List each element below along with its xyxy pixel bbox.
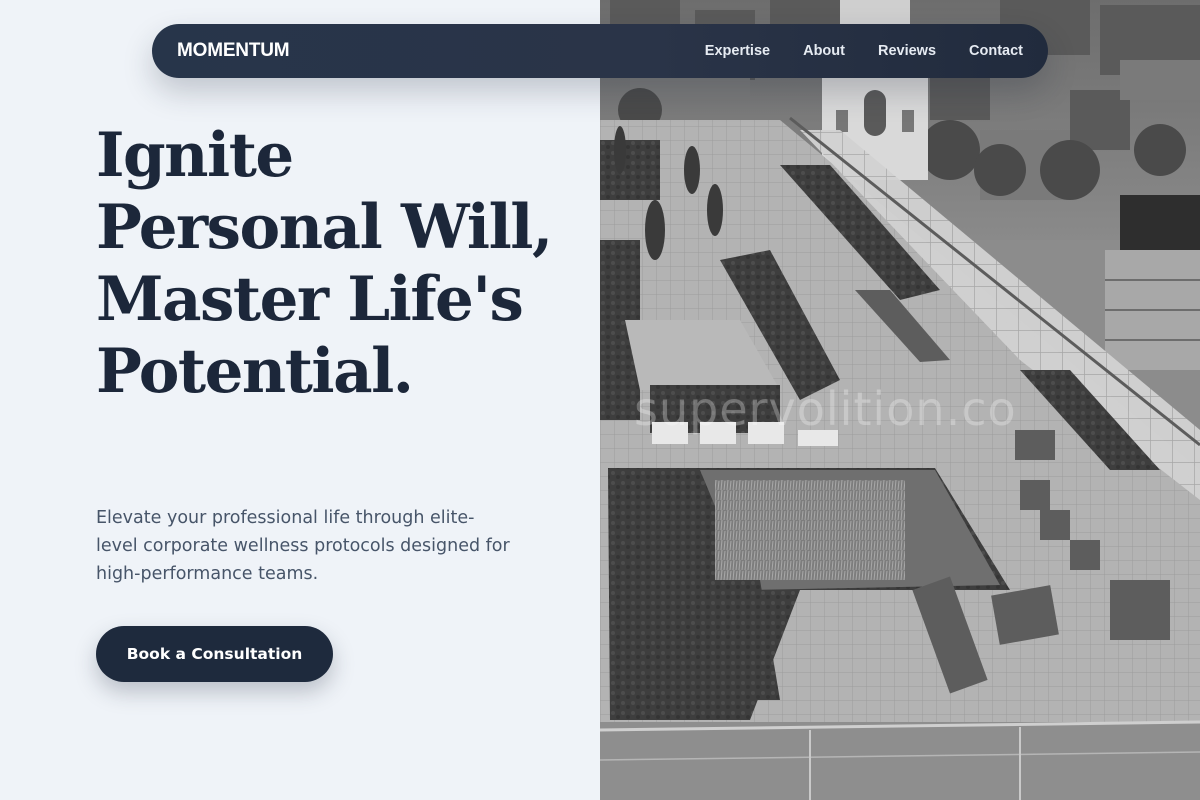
book-consultation-button[interactable]: Book a Consultation — [96, 626, 333, 682]
image-watermark: supervolition.co — [634, 382, 1017, 436]
landing-page: supervolition.co MOMENTUM Expertise Abou… — [0, 0, 1200, 800]
brand-logo[interactable]: MOMENTUM — [177, 40, 290, 62]
top-navbar: MOMENTUM Expertise About Reviews Contact — [152, 24, 1048, 78]
hero-subtitle: Elevate your professional life through e… — [96, 508, 510, 584]
nav-links: Expertise About Reviews Contact — [705, 43, 1023, 59]
nav-link-expertise[interactable]: Expertise — [705, 43, 770, 59]
nav-link-contact[interactable]: Contact — [969, 43, 1023, 59]
nav-link-about[interactable]: About — [803, 43, 845, 59]
hero-title: Ignite Personal Will, Master Life's Pote… — [96, 120, 553, 407]
nav-link-reviews[interactable]: Reviews — [878, 43, 936, 59]
